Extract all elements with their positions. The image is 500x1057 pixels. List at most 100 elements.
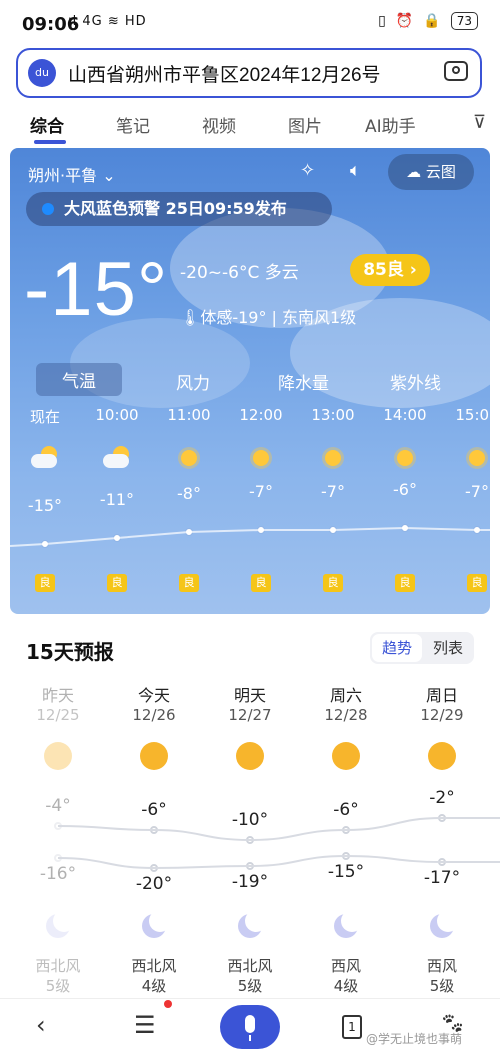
baidu-paw-icon[interactable]: du bbox=[28, 59, 56, 87]
sun-icon bbox=[391, 444, 419, 472]
moon-icon bbox=[236, 910, 267, 940]
wind-direction: 西北风 bbox=[35, 957, 81, 975]
cloud-icon: ☁︎ bbox=[406, 163, 422, 181]
active-tab-indicator bbox=[34, 140, 66, 144]
hour-time: 13:00 bbox=[311, 406, 355, 424]
sun-icon bbox=[332, 742, 360, 770]
moon-icon bbox=[140, 910, 171, 940]
hour-time: 现在 bbox=[29, 408, 60, 426]
watermark: @学无止境也事萌 bbox=[366, 1032, 463, 1046]
day-wind: 西北风 5级 bbox=[202, 956, 298, 996]
hourly-temp-line bbox=[10, 526, 490, 547]
partly-cloudy-icon bbox=[103, 444, 131, 472]
alarm-icon: ⏰ bbox=[395, 13, 414, 29]
forecast-title: 15天预报 bbox=[26, 640, 114, 664]
tab-videos[interactable]: 视频 bbox=[202, 112, 236, 137]
day-date: 12/28 bbox=[324, 706, 368, 724]
moon-icon bbox=[332, 910, 363, 940]
category-tabs: 综合 笔记 视频 图片 AI助手 ⊽ bbox=[0, 100, 500, 146]
day-date: 12/27 bbox=[228, 706, 272, 724]
alert-text: 大风蓝色预警 25日09:59发布 bbox=[64, 199, 287, 218]
back-icon[interactable]: ‹ bbox=[36, 1011, 46, 1039]
sun-icon bbox=[428, 742, 456, 770]
tab-all[interactable]: 综合 bbox=[30, 112, 64, 137]
sun-icon bbox=[463, 444, 490, 472]
thermometer-icon: 🌡︎ bbox=[180, 308, 201, 327]
hour-time: 15:00 bbox=[455, 406, 490, 424]
hour-time: 14:00 bbox=[383, 406, 427, 424]
search-bar[interactable]: du 山西省朔州市平鲁区2024年12月26号 bbox=[16, 48, 482, 98]
notification-dot bbox=[164, 1000, 172, 1008]
toggle-trend[interactable]: 趋势 bbox=[372, 634, 422, 662]
wind-direction: 西风 bbox=[426, 957, 457, 975]
day-name: 明天 bbox=[233, 686, 266, 705]
bottom-nav: ‹ ☰ 1 🐾︎ bbox=[0, 998, 500, 1057]
cloud-map-button[interactable]: ☁︎ 云图 bbox=[388, 154, 474, 190]
day-name: 周六 bbox=[329, 686, 362, 705]
weather-card: 朔州·平鲁 ⌄ ✧ 🔈︎ ☁︎ 云图 大风蓝色预警 25日09:59发布 -15… bbox=[10, 148, 490, 614]
tab-ai-assistant[interactable]: AI助手 bbox=[365, 112, 416, 137]
tabs-count-icon[interactable]: 1 bbox=[342, 1015, 362, 1039]
hour-time: 10:00 bbox=[95, 406, 139, 424]
menu-icon[interactable]: ☰ bbox=[134, 1011, 156, 1039]
voice-search-button[interactable] bbox=[220, 1005, 280, 1049]
weather-alert[interactable]: 大风蓝色预警 25日09:59发布 bbox=[26, 192, 332, 226]
daily-trend-lines bbox=[57, 817, 500, 870]
subtab-precipitation[interactable]: 降水量 bbox=[278, 369, 329, 394]
feels-like: 体感-19° bbox=[200, 308, 267, 327]
battery-icon: 73 bbox=[450, 12, 478, 30]
location-selector[interactable]: 朔州·平鲁 ⌄ bbox=[28, 162, 116, 186]
hourly-subtabs: 气温 风力 降水量 紫外线 bbox=[10, 360, 490, 400]
day-wind: 西北风 4级 bbox=[106, 956, 202, 996]
wind-level: 4级 bbox=[141, 977, 167, 995]
subtab-temperature[interactable]: 气温 bbox=[36, 363, 122, 396]
chevron-right-icon: › bbox=[409, 260, 417, 280]
camera-icon[interactable] bbox=[444, 61, 468, 81]
subtab-uv[interactable]: 紫外线 bbox=[390, 369, 441, 394]
aqi-value: 85良 bbox=[363, 260, 404, 280]
subtab-wind[interactable]: 风力 bbox=[176, 369, 210, 394]
wind-direction: 西北风 bbox=[227, 957, 273, 975]
partly-cloudy-icon bbox=[31, 444, 59, 472]
toggle-list[interactable]: 列表 bbox=[424, 634, 472, 662]
wind-level: 4级 bbox=[333, 977, 359, 995]
wind-direction: 西风 bbox=[330, 957, 361, 975]
status-right: ▯ ⏰ 🔒 73 bbox=[378, 12, 478, 30]
tab-images[interactable]: 图片 bbox=[288, 112, 322, 137]
search-input[interactable]: 山西省朔州市平鲁区2024年12月26号 bbox=[68, 60, 381, 87]
hour-aqi-badge: 良 bbox=[323, 574, 343, 592]
tab-notes[interactable]: 笔记 bbox=[116, 112, 150, 137]
status-bar: 09:06 ıl 4G ≋ HD ▯ ⏰ 🔒 73 bbox=[0, 0, 500, 48]
wind-level: 5级 bbox=[237, 977, 263, 995]
hour-time: 11:00 bbox=[167, 406, 211, 424]
day-date: 12/29 bbox=[420, 706, 464, 724]
pin-icon[interactable]: ✧ bbox=[300, 160, 315, 181]
aqi-badge[interactable]: 85良 › bbox=[350, 254, 430, 286]
lock-icon: 🔒 bbox=[423, 13, 441, 29]
current-temperature: -15° bbox=[24, 247, 169, 332]
sun-icon bbox=[319, 444, 347, 472]
wind-info: 东南风1级 bbox=[282, 308, 357, 327]
hour-aqi-badge: 良 bbox=[35, 574, 55, 592]
wifi-label: HD bbox=[124, 14, 147, 29]
day-wind: 西风 4级 bbox=[298, 956, 394, 996]
hour-aqi-badge: 良 bbox=[107, 574, 127, 592]
view-toggle: 趋势 列表 bbox=[370, 632, 474, 664]
hour-time: 12:00 bbox=[239, 406, 283, 424]
cloud-map-label: 云图 bbox=[425, 163, 456, 181]
wind-level: 5级 bbox=[45, 977, 71, 995]
hour-temp: -7° bbox=[321, 482, 345, 501]
chevron-down-icon: ⌄ bbox=[102, 166, 116, 185]
day-name: 昨天 bbox=[41, 686, 74, 705]
day-date: 12/26 bbox=[132, 706, 176, 724]
day-wind: 西风 5级 bbox=[394, 956, 490, 996]
wind-level: 5级 bbox=[429, 977, 455, 995]
wind-direction: 西北风 bbox=[131, 957, 177, 975]
speaker-icon[interactable]: 🔈︎ bbox=[350, 160, 361, 181]
hour-temp: -8° bbox=[177, 484, 201, 503]
hour-temp: -7° bbox=[249, 482, 273, 501]
alert-dot-icon bbox=[42, 203, 54, 215]
filter-icon[interactable]: ⊽ bbox=[473, 112, 486, 133]
hour-temp: -15° bbox=[27, 496, 63, 515]
hour-aqi-badge: 良 bbox=[179, 574, 199, 592]
